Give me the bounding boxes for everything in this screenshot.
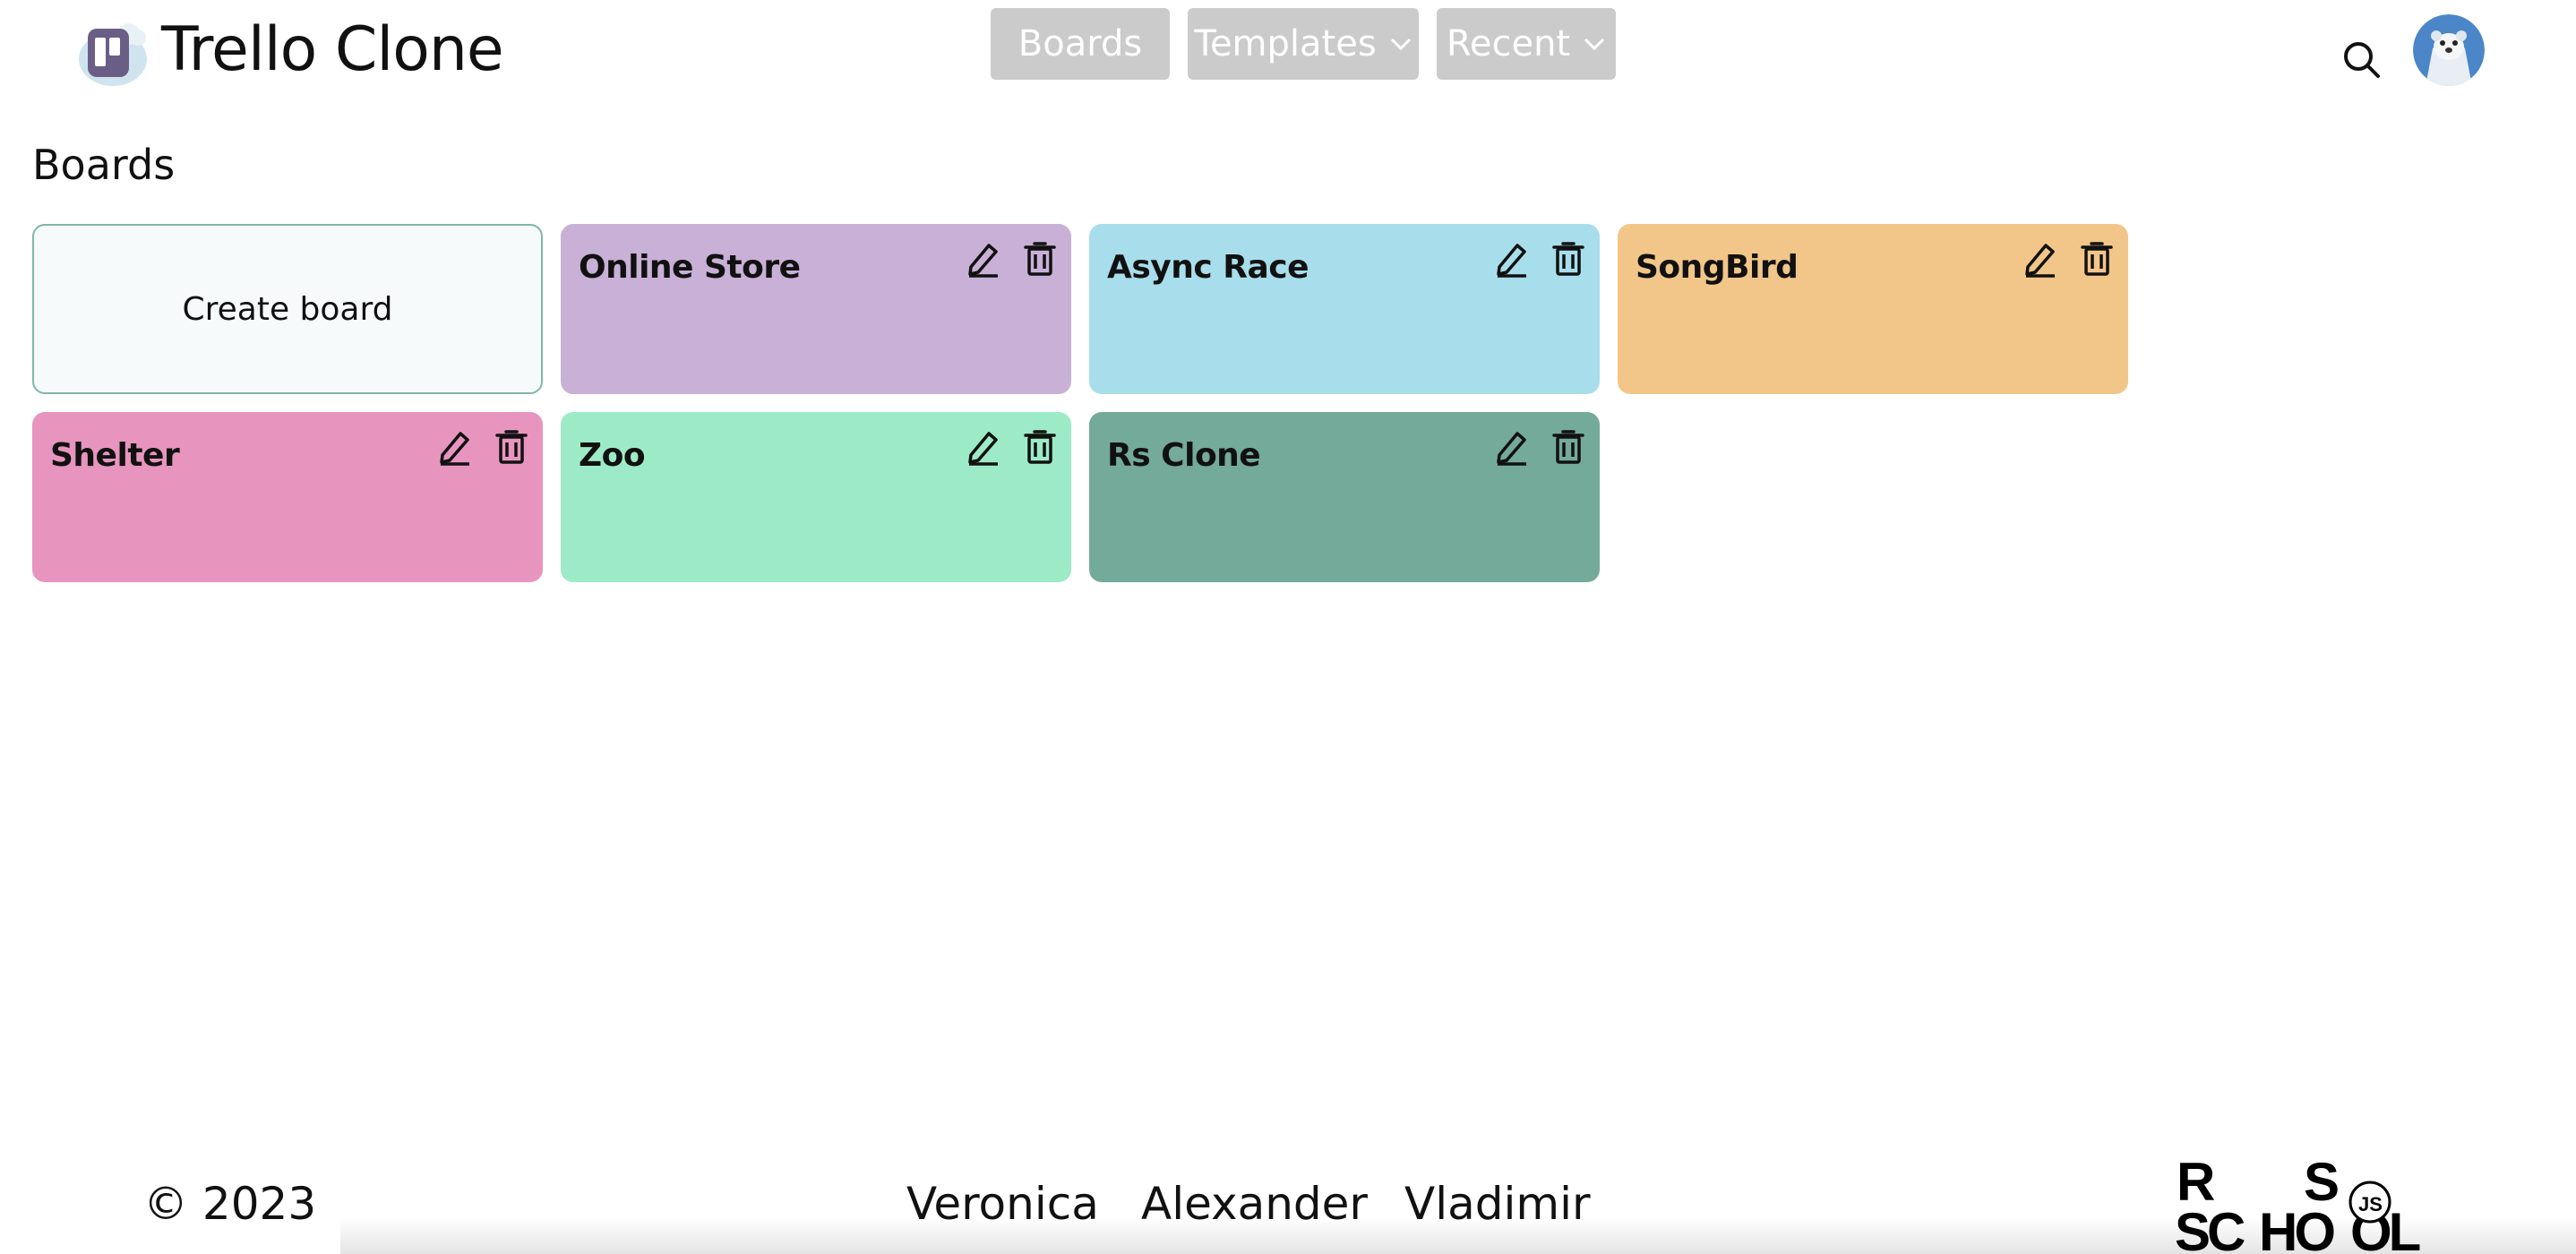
board-title: Online Store — [579, 249, 801, 286]
search-icon[interactable] — [2341, 39, 2381, 79]
board-title: Async Race — [1107, 249, 1309, 286]
board-card[interactable]: SongBird — [1618, 224, 2128, 394]
svg-text:SC: SC — [2175, 1202, 2245, 1254]
svg-text:HO: HO — [2259, 1202, 2334, 1254]
trash-icon[interactable] — [1021, 426, 1059, 466]
nav-templates-label: Templates — [1194, 23, 1377, 64]
author-link-alexander[interactable]: Alexander — [1141, 1177, 1368, 1231]
svg-text:JS: JS — [2358, 1193, 2383, 1215]
pencil-icon[interactable] — [964, 426, 1001, 466]
nav-boards-button[interactable]: Boards — [991, 8, 1170, 80]
trash-icon[interactable] — [1021, 238, 1059, 278]
page-title: Boards — [32, 141, 176, 189]
board-title: Shelter — [50, 437, 180, 474]
chevron-down-icon — [1390, 38, 1411, 51]
board-card[interactable]: Rs Clone — [1089, 412, 1600, 582]
app-title: Trello Clone — [161, 14, 504, 85]
board-card[interactable]: Online Store — [561, 224, 1071, 394]
board-card[interactable]: Async Race — [1089, 224, 1600, 394]
pencil-icon[interactable] — [1492, 238, 1530, 278]
nav-recent-label: Recent — [1446, 23, 1571, 64]
rs-school-logo[interactable]: R S SC HO OL JS — [2175, 1155, 2429, 1254]
pencil-icon[interactable] — [1492, 426, 1530, 466]
trash-icon[interactable] — [1550, 426, 1587, 466]
board-title: Zoo — [579, 437, 646, 474]
create-board-button[interactable]: Create board — [32, 224, 543, 394]
trash-icon[interactable] — [1550, 238, 1587, 278]
nav-boards-label: Boards — [1018, 23, 1143, 64]
nav-templates-button[interactable]: Templates — [1188, 8, 1419, 80]
board-card[interactable]: Shelter — [32, 412, 543, 582]
footer: © 2023 Veronica Alexander Vladimir R S S… — [0, 1129, 2576, 1254]
create-board-label: Create board — [182, 290, 393, 328]
board-title: Rs Clone — [1107, 437, 1261, 474]
nav-recent-button[interactable]: Recent — [1437, 8, 1616, 80]
board-card[interactable]: Zoo — [561, 412, 1071, 582]
chevron-down-icon — [1584, 38, 1605, 51]
copyright: © 2023 — [143, 1178, 317, 1230]
author-link-vladimir[interactable]: Vladimir — [1404, 1177, 1591, 1231]
user-avatar[interactable] — [2413, 14, 2485, 86]
trash-icon[interactable] — [493, 426, 530, 466]
pencil-icon[interactable] — [2021, 238, 2058, 278]
author-link-veronica[interactable]: Veronica — [906, 1177, 1099, 1231]
app-logo[interactable] — [75, 16, 150, 91]
board-title: SongBird — [1636, 249, 1799, 286]
trash-icon[interactable] — [2078, 238, 2116, 278]
pencil-icon[interactable] — [435, 426, 473, 466]
pencil-icon[interactable] — [964, 238, 1001, 278]
